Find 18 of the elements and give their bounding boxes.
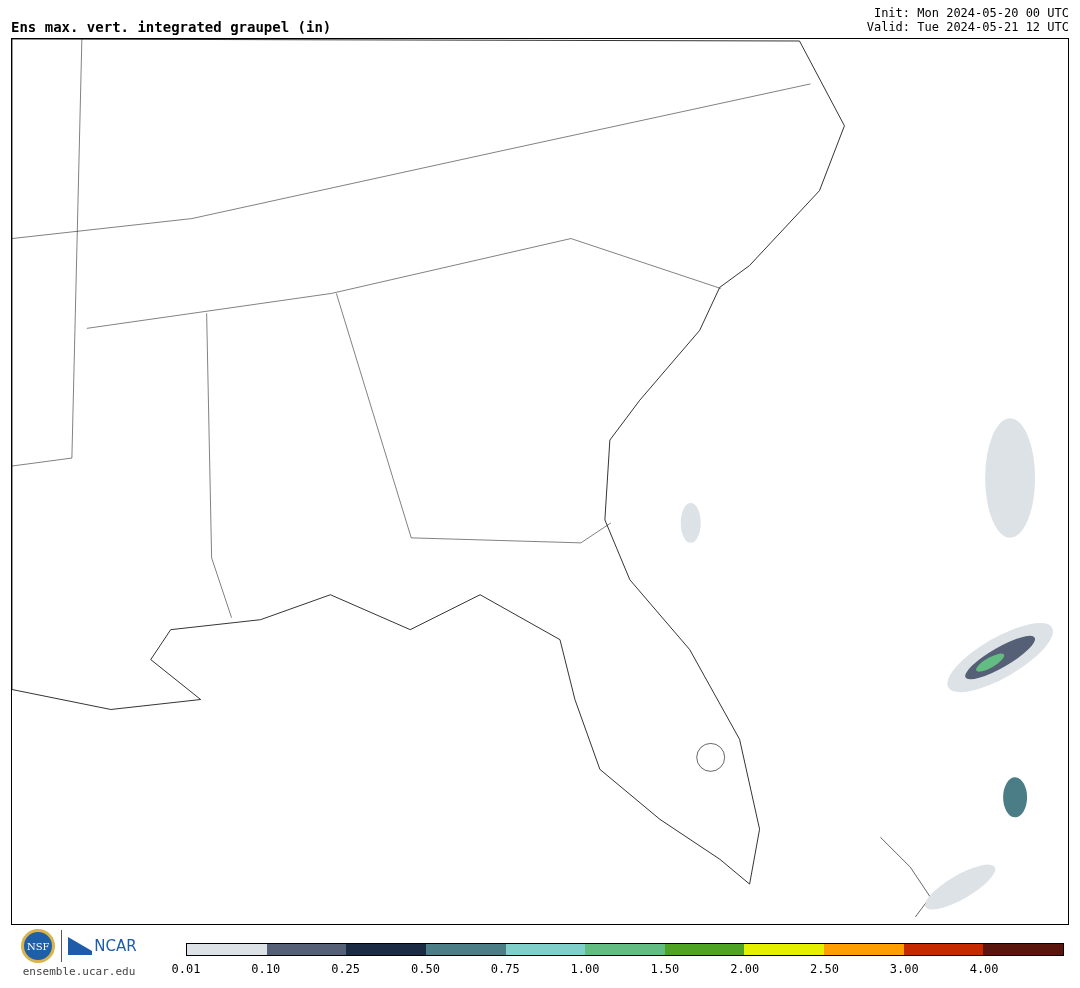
legend-label: 4.00	[969, 961, 999, 978]
legend-label: 0.75	[490, 961, 520, 978]
nsf-logo: NSF	[21, 929, 56, 963]
valid-time: Valid: Tue 2024-05-21 12 UTC	[866, 20, 1069, 34]
legend-label: 2.50	[810, 961, 839, 978]
init-time: Init: Mon 2024-05-20 00 UTC	[873, 6, 1069, 20]
site-url: ensemble.ucar.edu	[22, 964, 136, 980]
legend-label: 1.00	[570, 961, 600, 978]
legend-label: 3.00	[889, 961, 919, 978]
ncar-logo: NCAR	[94, 935, 137, 957]
swoosh-icon	[68, 937, 93, 955]
chart-title: Ens max. vert. integrated graupel (in)	[11, 20, 332, 34]
legend-label: 2.00	[730, 961, 760, 978]
legend-label: 1.50	[650, 961, 680, 978]
legend-label: 0.10	[251, 961, 281, 978]
legend-label: 0.01	[171, 961, 201, 978]
legend-label: 0.50	[411, 961, 440, 978]
legend-label: 0.25	[331, 961, 361, 978]
